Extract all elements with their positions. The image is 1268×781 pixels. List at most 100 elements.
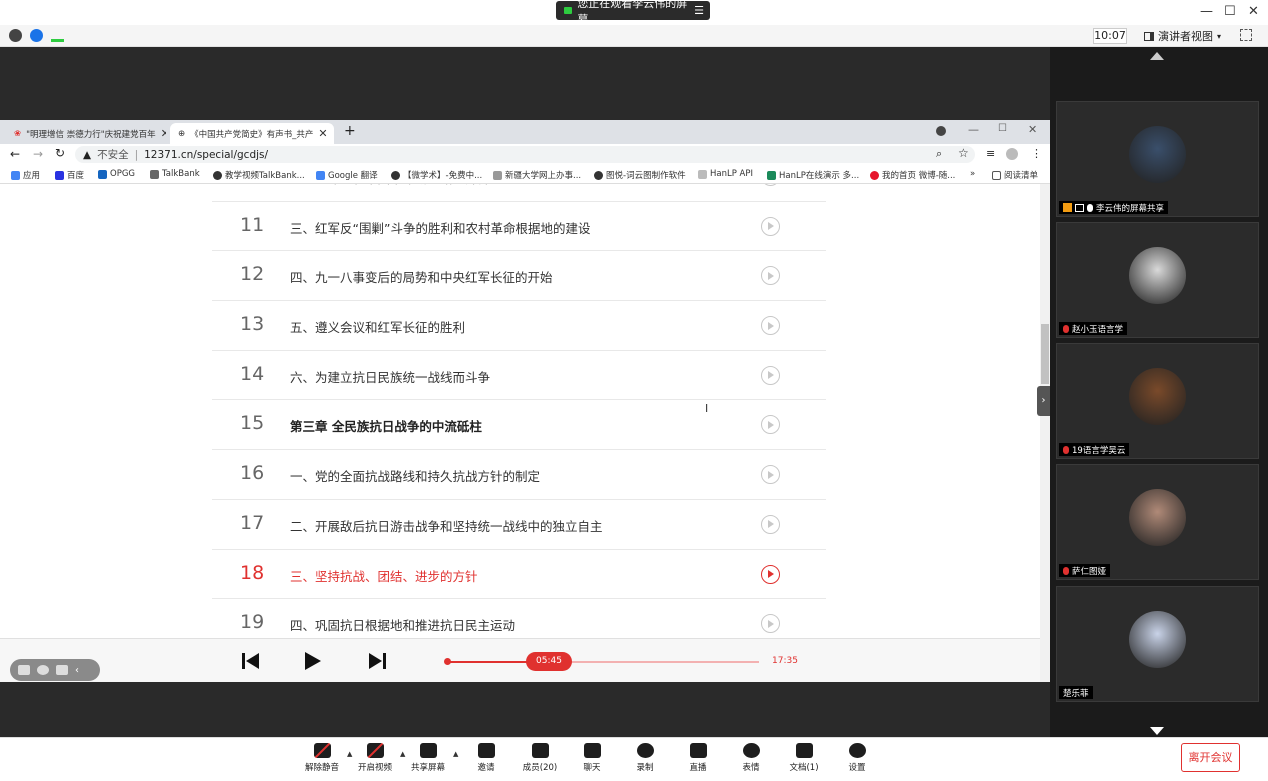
- play-circle-icon[interactable]: [761, 365, 780, 385]
- chapter-title[interactable]: 三、红军反“围剿”斗争的胜利和农村革命根据地的建设: [290, 218, 590, 237]
- bookmark-item[interactable]: 【微学术】-免费中...: [391, 169, 482, 181]
- chapter-title[interactable]: 第三章 全民族抗日战争的中流砥柱: [290, 416, 482, 435]
- caret-up-icon[interactable]: ▲: [400, 750, 405, 758]
- bookmark-item[interactable]: HanLP API: [698, 169, 753, 179]
- play-circle-icon[interactable]: [761, 514, 780, 534]
- scroll-down-icon[interactable]: [1150, 727, 1164, 735]
- participant-tile[interactable]: 赵小玉语言学: [1056, 222, 1259, 338]
- address-bar[interactable]: ▲ 不安全 | 12371.cn/special/gcdjs/: [75, 146, 975, 163]
- chapter-title[interactable]: 六、为建立抗日民族统一战线而斗争: [290, 367, 490, 386]
- share-banner[interactable]: 您正在观看李云伟的屏幕 ☰: [556, 0, 710, 26]
- close-icon[interactable]: ✕: [1248, 4, 1259, 19]
- info-icon[interactable]: [9, 29, 22, 42]
- caret-up-icon[interactable]: ▲: [453, 750, 458, 758]
- bookmark-item[interactable]: HanLP在线演示 多...: [767, 169, 859, 181]
- bookmarks-overflow[interactable]: »: [970, 169, 975, 179]
- back-icon[interactable]: ←: [10, 147, 20, 161]
- close-tab-icon[interactable]: ✕: [318, 127, 327, 140]
- chapter-row[interactable]: 14 六、为建立抗日民族统一战线而斗争: [212, 351, 826, 401]
- page-scrollbar[interactable]: [1040, 184, 1050, 682]
- new-tab-icon[interactable]: +: [344, 123, 356, 139]
- bookmark-item[interactable]: 阅读清单: [992, 169, 1038, 181]
- play-circle-icon[interactable]: [761, 266, 780, 286]
- chapter-row[interactable]: 15 第三章 全民族抗日战争的中流砥柱: [212, 400, 826, 451]
- fullscreen-icon[interactable]: [1240, 29, 1252, 41]
- play-circle-icon[interactable]: [761, 216, 780, 236]
- zoom-icon[interactable]: ⌕: [936, 147, 942, 161]
- play-circle-icon[interactable]: [761, 614, 780, 634]
- browser-maximize-icon[interactable]: ☐: [998, 123, 1007, 134]
- bookmark-item[interactable]: Google 翻译: [316, 169, 378, 181]
- chapter-row[interactable]: 18 三、坚持抗战、团结、进步的方针: [212, 550, 826, 600]
- reading-list-icon[interactable]: ≡: [986, 147, 995, 160]
- browser-close-icon[interactable]: ✕: [1028, 123, 1037, 136]
- chapter-row[interactable]: 16 一、党的全面抗战路线和持久抗战方针的制定: [212, 450, 826, 500]
- next-icon[interactable]: [368, 652, 386, 670]
- play-circle-icon[interactable]: [761, 184, 780, 186]
- bookmark-item[interactable]: 我的首页 微博-随...: [870, 169, 955, 181]
- settings-button[interactable]: 设置: [832, 743, 882, 773]
- play-circle-icon[interactable]: [761, 415, 780, 435]
- record-button[interactable]: 录制: [620, 743, 670, 773]
- collapse-panel-handle[interactable]: ›: [1037, 386, 1050, 416]
- bookmark-item[interactable]: 教学视频TalkBank...: [213, 169, 305, 181]
- play-circle-icon[interactable]: [761, 316, 780, 336]
- chapter-title[interactable]: 四、巩固抗日根据地和推进抗日民主运动: [290, 615, 515, 634]
- bookmark-item[interactable]: 应用: [11, 169, 40, 181]
- scroll-up-icon[interactable]: [1150, 52, 1164, 60]
- progress-knob[interactable]: 05:45: [526, 652, 573, 671]
- browser-minimize-icon[interactable]: —: [968, 123, 979, 136]
- chat-icon[interactable]: [56, 665, 68, 675]
- invite-button[interactable]: 邀请: [461, 743, 511, 773]
- chapter-title[interactable]: 二、开展敌后抗日游击战争和坚持统一战线中的独立自主: [290, 516, 603, 535]
- chapter-title[interactable]: 五、遵义会议和红军长征的胜利: [290, 317, 465, 336]
- bookmark-item[interactable]: 图悦-词云图制作软件: [594, 169, 686, 181]
- play-circle-icon[interactable]: [761, 465, 780, 485]
- scrollbar-thumb[interactable]: [1041, 324, 1049, 384]
- play-icon[interactable]: [305, 652, 321, 670]
- browser-tab-active[interactable]: ⊕ 《中国共产党简史》有声书_共产 ✕: [170, 123, 334, 144]
- close-tab-icon[interactable]: ✕: [161, 127, 166, 140]
- live-button[interactable]: 直播: [673, 743, 723, 773]
- chapter-row[interactable]: 17 二、开展敌后抗日游击战争和坚持统一战线中的独立自主: [212, 500, 826, 550]
- share-screen-button[interactable]: 共享屏幕: [403, 743, 453, 773]
- chapter-title[interactable]: 二、毛泽东和中国革命新道路的开辟: [290, 184, 490, 187]
- chat-button[interactable]: 聊天: [567, 743, 617, 773]
- caret-up-icon[interactable]: ▲: [347, 750, 352, 758]
- kebab-menu-icon[interactable]: ⋮: [1031, 147, 1042, 160]
- chevron-left-icon[interactable]: ‹: [75, 665, 87, 676]
- menu-icon[interactable]: ☰: [694, 4, 704, 17]
- participant-tile[interactable]: 萨仁图娅: [1056, 464, 1259, 580]
- previous-icon[interactable]: [242, 652, 260, 670]
- members-button[interactable]: 成员(20): [515, 743, 565, 773]
- participant-tile[interactable]: 楚乐菲: [1056, 586, 1259, 702]
- profile-icon[interactable]: [936, 126, 946, 136]
- leave-meeting-button[interactable]: 离开会议: [1181, 743, 1240, 772]
- shield-icon[interactable]: [30, 29, 43, 42]
- bookmark-item[interactable]: 新疆大学网上办事...: [493, 169, 581, 181]
- reload-icon[interactable]: ↻: [55, 146, 65, 160]
- chapter-row[interactable]: 12 四、九一八事变后的局势和中央红军长征的开始: [212, 251, 826, 302]
- document-button[interactable]: 文档(1): [779, 743, 829, 773]
- bookmark-item[interactable]: TalkBank: [150, 169, 200, 179]
- participant-tile[interactable]: 19语言学吴云: [1056, 343, 1259, 459]
- participant-tile[interactable]: 李云伟的屏幕共享: [1056, 101, 1259, 217]
- browser-tab[interactable]: ❀ "明理增信 崇德力行"庆祝建党百年 ✕: [6, 123, 166, 144]
- bookmark-star-icon[interactable]: ☆: [958, 146, 969, 160]
- chapter-row[interactable]: 10 二、毛泽东和中国革命新道路的开辟: [212, 184, 826, 202]
- apps-icon[interactable]: [18, 665, 30, 675]
- annotation-tools[interactable]: ‹: [10, 659, 100, 681]
- minimize-icon[interactable]: —: [1200, 4, 1213, 19]
- signal-icon[interactable]: [51, 29, 64, 42]
- chapter-row[interactable]: 13 五、遵义会议和红军长征的胜利: [212, 301, 826, 351]
- play-circle-icon[interactable]: [761, 564, 780, 584]
- emoji-button[interactable]: 表情: [726, 743, 776, 773]
- bookmark-item[interactable]: 百度: [55, 169, 84, 181]
- mic-off-button[interactable]: 解除静音: [297, 743, 347, 773]
- chapter-title[interactable]: 一、党的全面抗战路线和持久抗战方针的制定: [290, 466, 540, 485]
- video-off-button[interactable]: 开启视频: [350, 743, 400, 773]
- avatar[interactable]: [1006, 148, 1018, 160]
- chapter-title[interactable]: 三、坚持抗战、团结、进步的方针: [290, 566, 478, 585]
- chapter-row[interactable]: 11 三、红军反“围剿”斗争的胜利和农村革命根据地的建设: [212, 202, 826, 252]
- maximize-icon[interactable]: ☐: [1224, 4, 1236, 19]
